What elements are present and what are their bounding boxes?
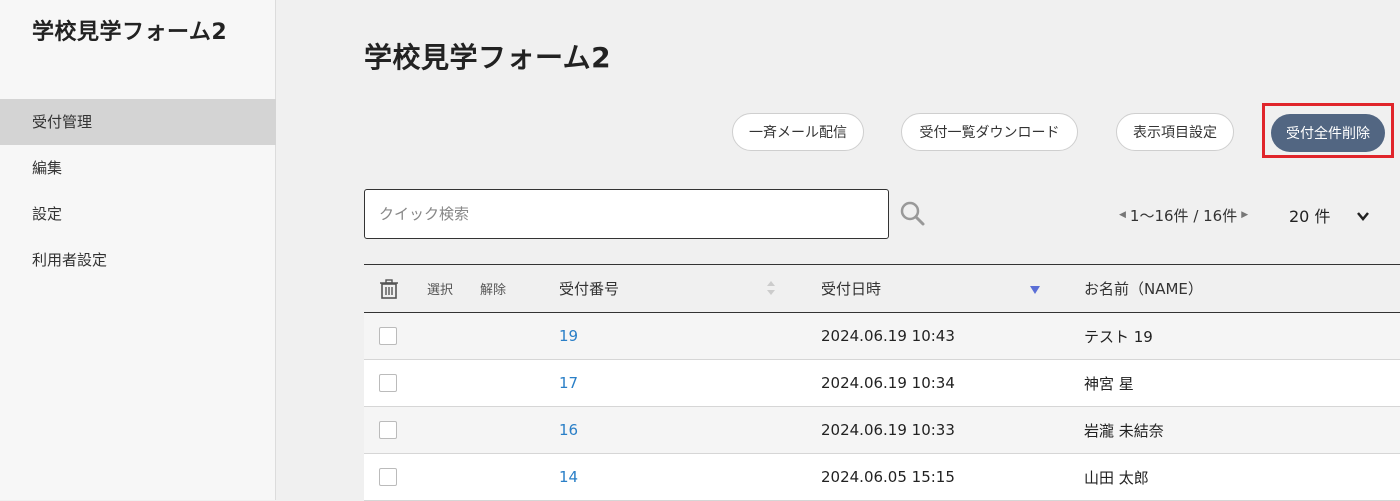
sidebar: 学校見学フォーム2 受付管理 編集 設定 利用者設定 xyxy=(0,0,276,500)
table-row: 17 2024.06.19 10:34 神宮 星 xyxy=(364,360,1400,407)
row-checkbox[interactable] xyxy=(379,327,397,345)
table-row: 16 2024.06.19 10:33 岩瀧 未結奈 xyxy=(364,407,1400,454)
main-content: 学校見学フォーム2 一斉メール配信 受付一覧ダウンロード 表示項目設定 受付全件… xyxy=(277,0,1400,501)
per-page-select[interactable]: 20 件 xyxy=(1289,203,1330,227)
reception-table: 選択 解除 受付番号 受付日時 お名前（NAME） 19 2024.06.19 … xyxy=(364,264,1400,501)
select-all-link[interactable]: 選択 xyxy=(427,279,453,298)
reception-number-link[interactable]: 14 xyxy=(559,468,578,486)
applicant-name: テスト 19 xyxy=(1084,327,1153,346)
reception-number-link[interactable]: 16 xyxy=(559,421,578,439)
delete-all-button[interactable]: 受付全件削除 xyxy=(1271,114,1385,152)
sort-icon[interactable] xyxy=(765,279,777,297)
quick-search-input[interactable] xyxy=(364,189,889,239)
applicant-name: 神宮 星 xyxy=(1084,374,1134,393)
display-columns-button[interactable]: 表示項目設定 xyxy=(1116,113,1234,151)
sidebar-item-settings[interactable]: 設定 xyxy=(0,191,276,237)
download-list-button[interactable]: 受付一覧ダウンロード xyxy=(901,113,1078,151)
header-reception-number[interactable]: 受付番号 xyxy=(559,265,619,312)
row-checkbox[interactable] xyxy=(379,421,397,439)
table-header: 選択 解除 受付番号 受付日時 お名前（NAME） xyxy=(364,265,1400,313)
next-page-icon[interactable]: ▶ xyxy=(1237,210,1252,220)
header-name[interactable]: お名前（NAME） xyxy=(1084,265,1203,312)
sidebar-item-user-settings[interactable]: 利用者設定 xyxy=(0,237,276,283)
reception-date: 2024.06.19 10:34 xyxy=(821,374,955,392)
sidebar-nav: 受付管理 編集 設定 利用者設定 xyxy=(0,99,276,283)
sidebar-item-edit[interactable]: 編集 xyxy=(0,145,276,191)
reception-date: 2024.06.19 10:43 xyxy=(821,327,955,345)
sort-desc-icon[interactable] xyxy=(1028,285,1042,295)
table-row: 14 2024.06.05 15:15 山田 太郎 xyxy=(364,454,1400,501)
reception-date: 2024.06.05 15:15 xyxy=(821,468,955,486)
chevron-down-icon[interactable] xyxy=(1355,208,1371,224)
reception-date: 2024.06.19 10:33 xyxy=(821,421,955,439)
applicant-name: 山田 太郎 xyxy=(1084,468,1149,487)
trash-icon[interactable] xyxy=(378,278,400,300)
page-title: 学校見学フォーム2 xyxy=(364,41,612,74)
search-icon[interactable] xyxy=(899,200,927,228)
row-checkbox[interactable] xyxy=(379,374,397,392)
prev-page-icon[interactable]: ◀ xyxy=(1115,210,1130,220)
delete-all-highlight: 受付全件削除 xyxy=(1262,103,1394,158)
deselect-all-link[interactable]: 解除 xyxy=(480,279,506,298)
pagination: ◀ 1〜16件 / 16件 ▶ xyxy=(1115,203,1252,227)
reception-number-link[interactable]: 19 xyxy=(559,327,578,345)
app-title: 学校見学フォーム2 xyxy=(32,20,228,45)
bulk-mail-button[interactable]: 一斉メール配信 xyxy=(732,113,864,151)
reception-number-link[interactable]: 17 xyxy=(559,374,578,392)
applicant-name: 岩瀧 未結奈 xyxy=(1084,421,1164,440)
table-row: 19 2024.06.19 10:43 テスト 19 xyxy=(364,313,1400,360)
page-range: 1〜16件 / 16件 xyxy=(1129,206,1238,225)
sidebar-item-reception[interactable]: 受付管理 xyxy=(0,99,276,145)
header-reception-date[interactable]: 受付日時 xyxy=(821,265,881,312)
row-checkbox[interactable] xyxy=(379,468,397,486)
